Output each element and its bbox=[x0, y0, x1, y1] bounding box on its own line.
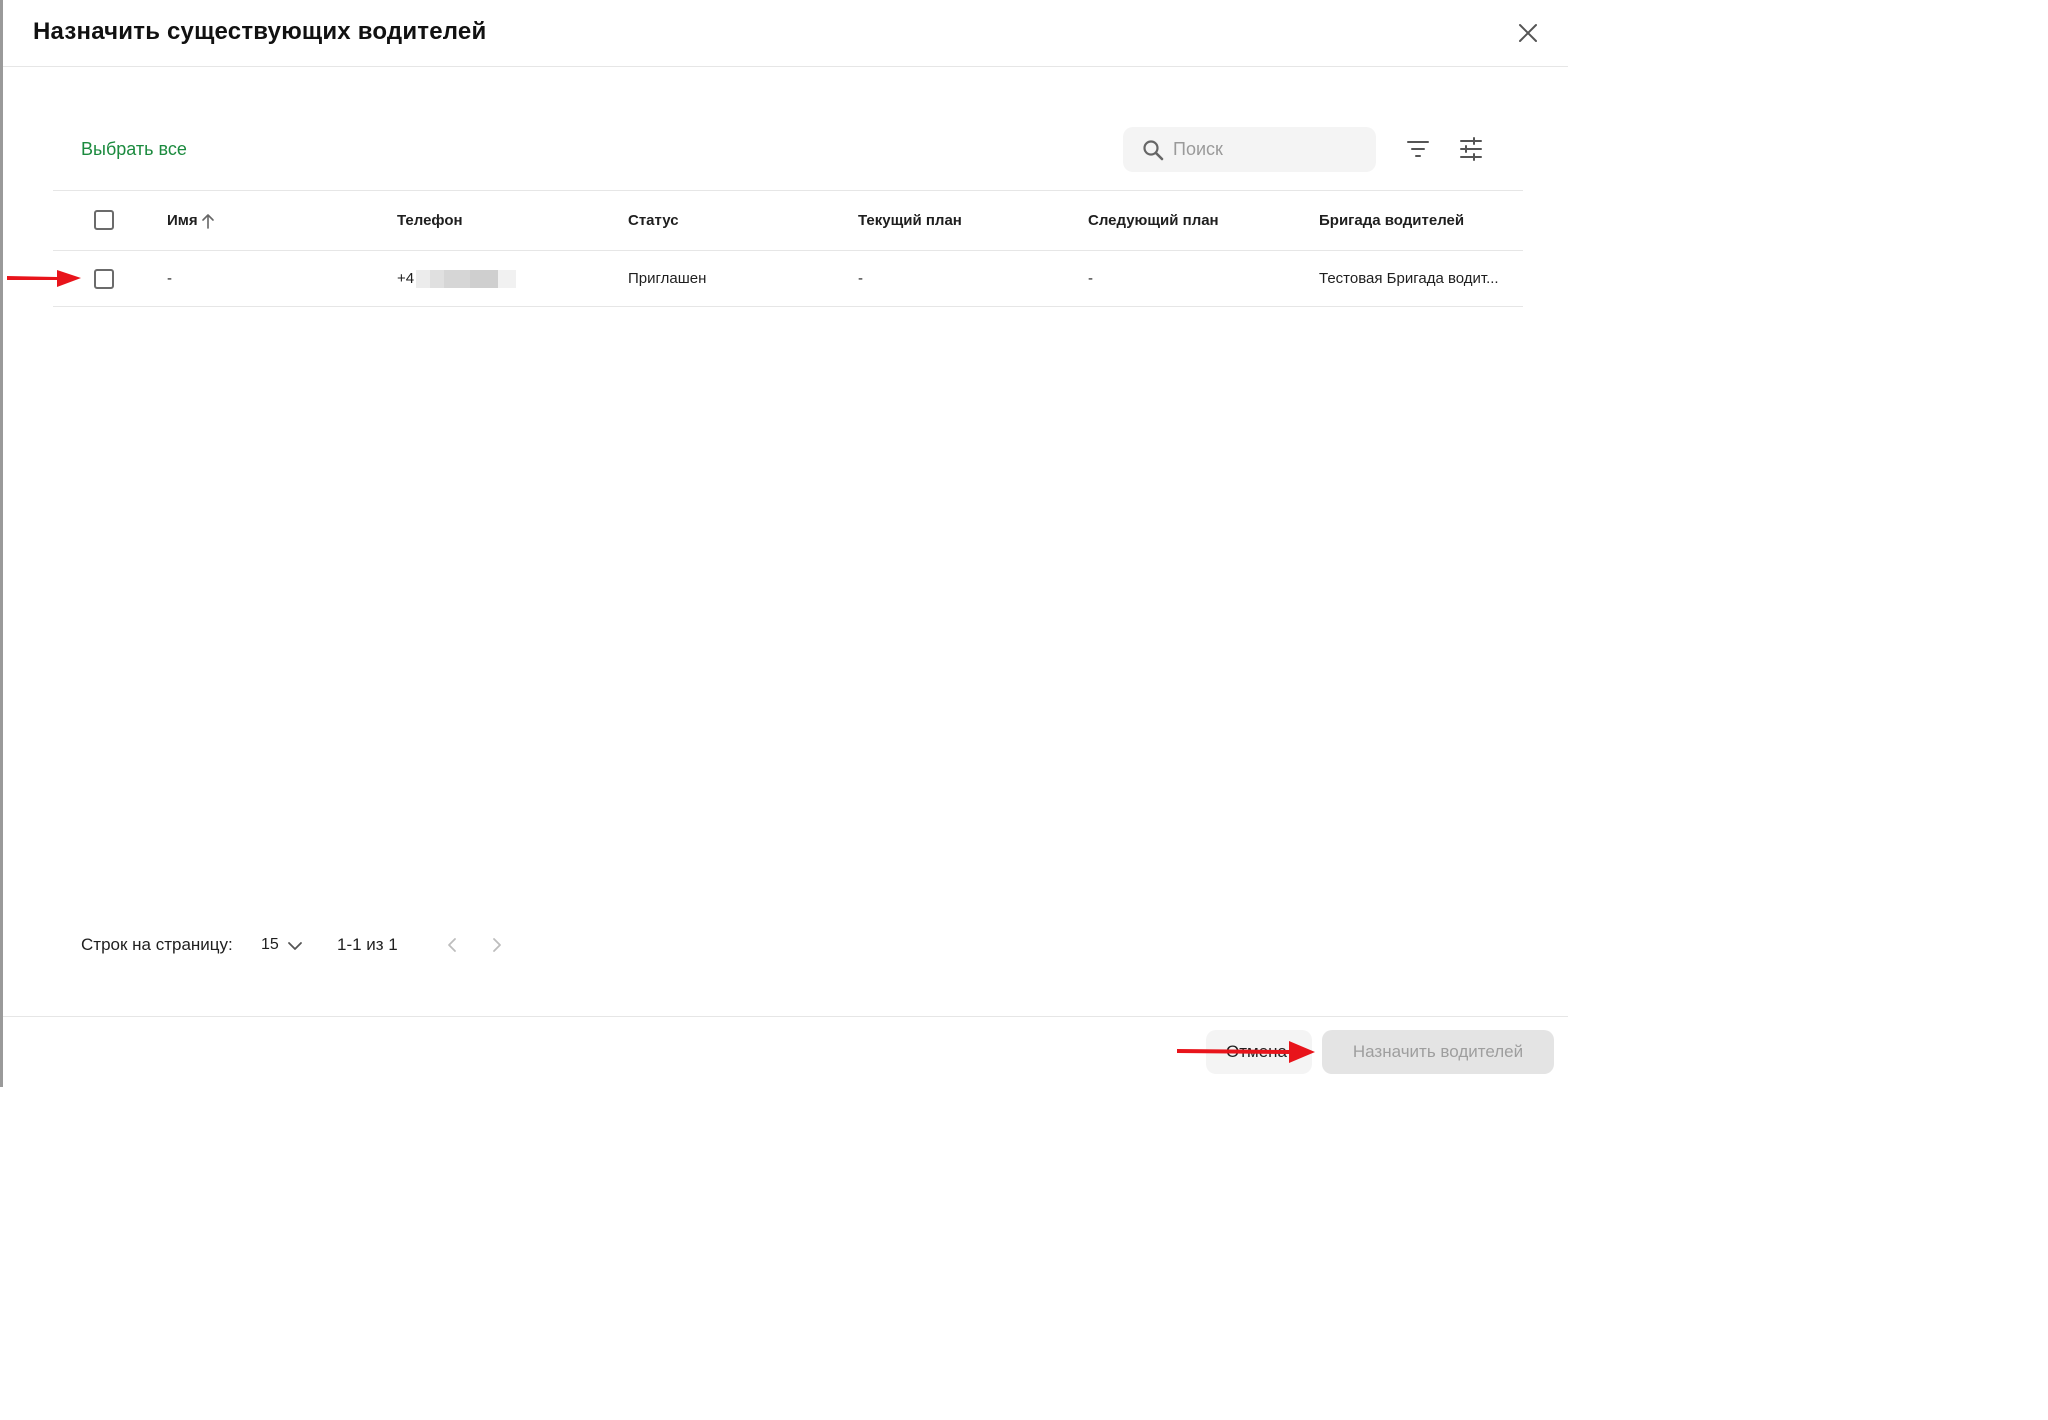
header-select-checkbox[interactable] bbox=[94, 210, 114, 230]
column-header-phone[interactable]: Телефон bbox=[397, 212, 463, 229]
table-top-border bbox=[53, 190, 1523, 191]
column-header-next-plan[interactable]: Следующий план bbox=[1088, 212, 1219, 229]
rows-per-page-label: Строк на страницу: bbox=[81, 935, 233, 954]
cell-status: Приглашен bbox=[628, 270, 707, 287]
column-header-status[interactable]: Статус bbox=[628, 212, 679, 229]
select-all-link[interactable]: Выбрать все bbox=[81, 139, 187, 160]
search-icon bbox=[1143, 140, 1164, 161]
assign-drivers-dialog: Назначить существующих водителей Выбрать… bbox=[3, 0, 1568, 1087]
column-header-current-plan[interactable]: Текущий план bbox=[858, 212, 962, 229]
cancel-button[interactable]: Отмена bbox=[1206, 1030, 1312, 1074]
dialog-title: Назначить существующих водителей bbox=[33, 18, 487, 45]
footer-divider bbox=[3, 1016, 1568, 1017]
cell-phone: +4 bbox=[397, 270, 415, 287]
pagination-range: 1-1 из 1 bbox=[337, 935, 398, 954]
row-select-checkbox[interactable] bbox=[94, 269, 114, 289]
sort-ascending-icon[interactable] bbox=[200, 212, 216, 230]
column-header-brigade[interactable]: Бригада водителей bbox=[1319, 212, 1464, 229]
cell-current-plan: - bbox=[858, 270, 863, 287]
chevron-down-icon[interactable] bbox=[287, 938, 303, 954]
search-input[interactable] bbox=[1173, 127, 1368, 172]
phone-redacted-blur bbox=[416, 268, 516, 290]
cell-name: - bbox=[167, 270, 172, 287]
previous-page-icon[interactable] bbox=[443, 936, 461, 954]
header-row-border bbox=[53, 250, 1523, 251]
close-icon[interactable] bbox=[1515, 20, 1541, 46]
column-settings-icon[interactable] bbox=[1457, 135, 1485, 163]
rows-per-page-select[interactable]: 15 bbox=[261, 936, 279, 954]
cell-brigade: Тестовая Бригада водит... bbox=[1319, 270, 1499, 287]
row-border bbox=[53, 306, 1523, 307]
search-box[interactable] bbox=[1123, 127, 1376, 172]
cell-next-plan: - bbox=[1088, 270, 1093, 287]
filter-icon[interactable] bbox=[1404, 135, 1432, 163]
assign-drivers-button[interactable]: Назначить водителей bbox=[1322, 1030, 1554, 1074]
dialog-header: Назначить существующих водителей bbox=[3, 0, 1568, 67]
next-page-icon[interactable] bbox=[488, 936, 506, 954]
column-header-name[interactable]: Имя bbox=[167, 212, 198, 229]
